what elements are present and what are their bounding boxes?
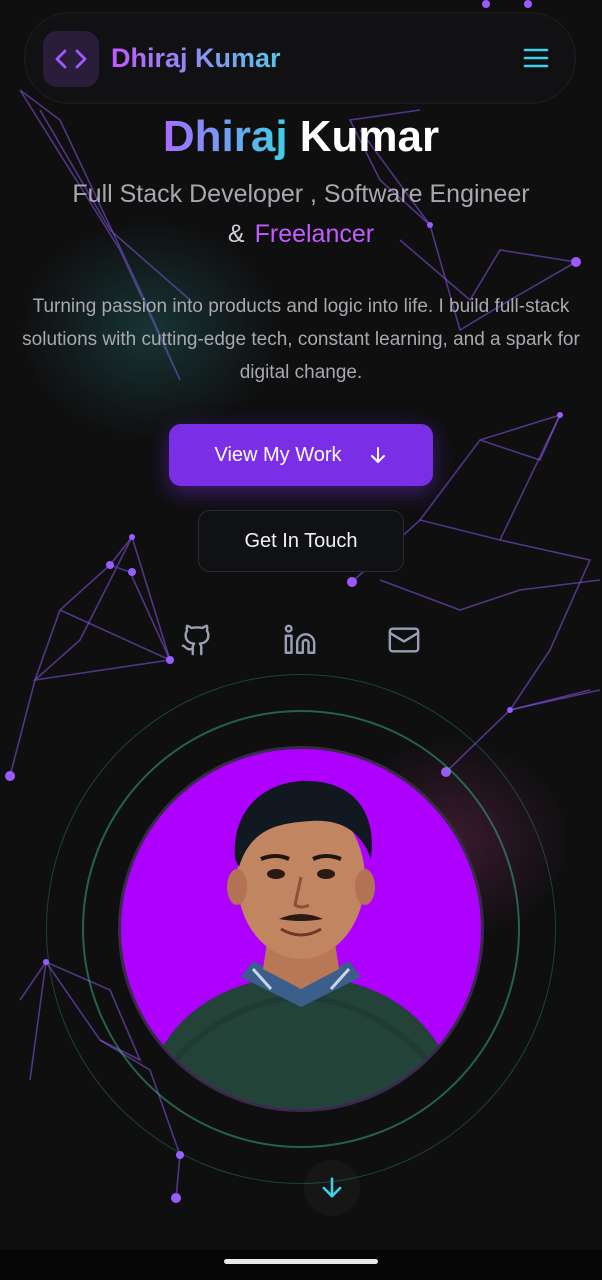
arrow-down-icon [318, 1174, 346, 1202]
hero-description: Turning passion into products and logic … [22, 296, 580, 383]
hamburger-menu-icon[interactable] [521, 43, 551, 73]
role-ampersand: & [227, 220, 245, 248]
social-links [0, 622, 602, 662]
get-in-touch-label: Get In Touch [244, 529, 358, 552]
profile-avatar [118, 746, 484, 1112]
arrow-down-icon [368, 445, 388, 465]
github-icon[interactable] [179, 622, 215, 658]
mail-icon[interactable] [386, 622, 422, 658]
view-my-work-label: View My Work [214, 443, 342, 466]
top-navbar: Dhiraj Kumar [24, 12, 576, 104]
home-indicator[interactable] [224, 1259, 378, 1264]
hero-role: Full Stack Developer , Software Engineer [72, 180, 530, 208]
hero-name-last: Kumar [299, 112, 440, 161]
person-portrait [151, 780, 451, 1109]
view-my-work-button[interactable]: View My Work [169, 424, 433, 486]
linkedin-icon[interactable] [282, 622, 318, 658]
get-in-touch-button[interactable]: Get In Touch [198, 510, 404, 572]
role-highlight: Freelancer [254, 220, 375, 248]
system-nav-bar [0, 1250, 602, 1280]
hero-role-line2: & Freelancer [0, 220, 602, 249]
brand-name[interactable]: Dhiraj Kumar [111, 43, 281, 74]
hero-name-first: Dhiraj [162, 112, 288, 161]
scroll-down-button[interactable] [304, 1160, 360, 1216]
hero-name: Dhiraj Kumar [0, 112, 602, 162]
code-brackets-icon[interactable] [43, 31, 99, 87]
